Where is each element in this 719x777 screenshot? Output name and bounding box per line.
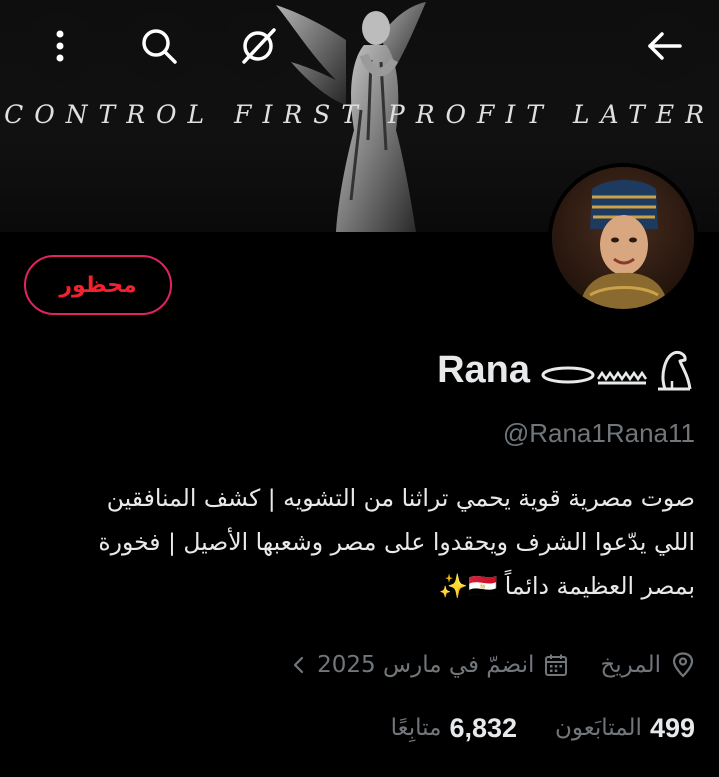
followers-link[interactable]: 499 المتابَعون [555,713,695,744]
bio: صوت مصرية قوية يحمي تراثنا من التشويه | … [15,476,695,608]
search-button[interactable] [123,10,195,82]
profile-meta: المريخ انضمّ في مارس 2025 [291,645,695,685]
arrow-left-icon [648,32,682,60]
grok-icon [242,28,276,64]
display-name: Rana [437,348,530,391]
bio-line: صوت مصرية قوية يحمي تراثنا من التشويه | … [106,484,695,512]
followers-count: 499 [649,712,695,743]
more-vertical-icon [56,30,64,62]
followers-label: المتابَعون [555,715,642,741]
following-label: متابِعًا [390,715,442,741]
back-button[interactable] [628,10,700,82]
banner-text: CONTROL FIRST PROFIT LATER [4,100,715,129]
grok-button[interactable] [222,10,294,82]
bio-line: بمصر العظيمة دائماً 🇪🇬✨ [438,572,695,600]
blocked-button[interactable]: محظور [24,255,172,315]
search-icon [142,29,177,64]
avatar-image [552,167,694,309]
user-handle: @Rana1Rana11 [502,418,695,448]
calendar-icon [544,653,568,677]
avatar[interactable] [548,163,698,313]
joined-date: انضمّ في مارس 2025 [317,652,535,678]
chevron-left-icon[interactable] [291,654,307,676]
hieroglyph-icon [541,351,692,391]
location-text: المريخ [600,652,661,678]
bio-line: اللي يدّعوا الشرف ويحقدوا على مصر وشعبها… [98,528,695,556]
follow-stats: 499 المتابَعون 6,832 متابِعًا [391,706,695,750]
more-button[interactable] [24,10,96,82]
location-icon [671,652,695,678]
following-link[interactable]: 6,832 متابِعًا [391,713,517,744]
following-count: 6,832 [449,712,518,743]
display-name-row: Rana [437,342,695,398]
